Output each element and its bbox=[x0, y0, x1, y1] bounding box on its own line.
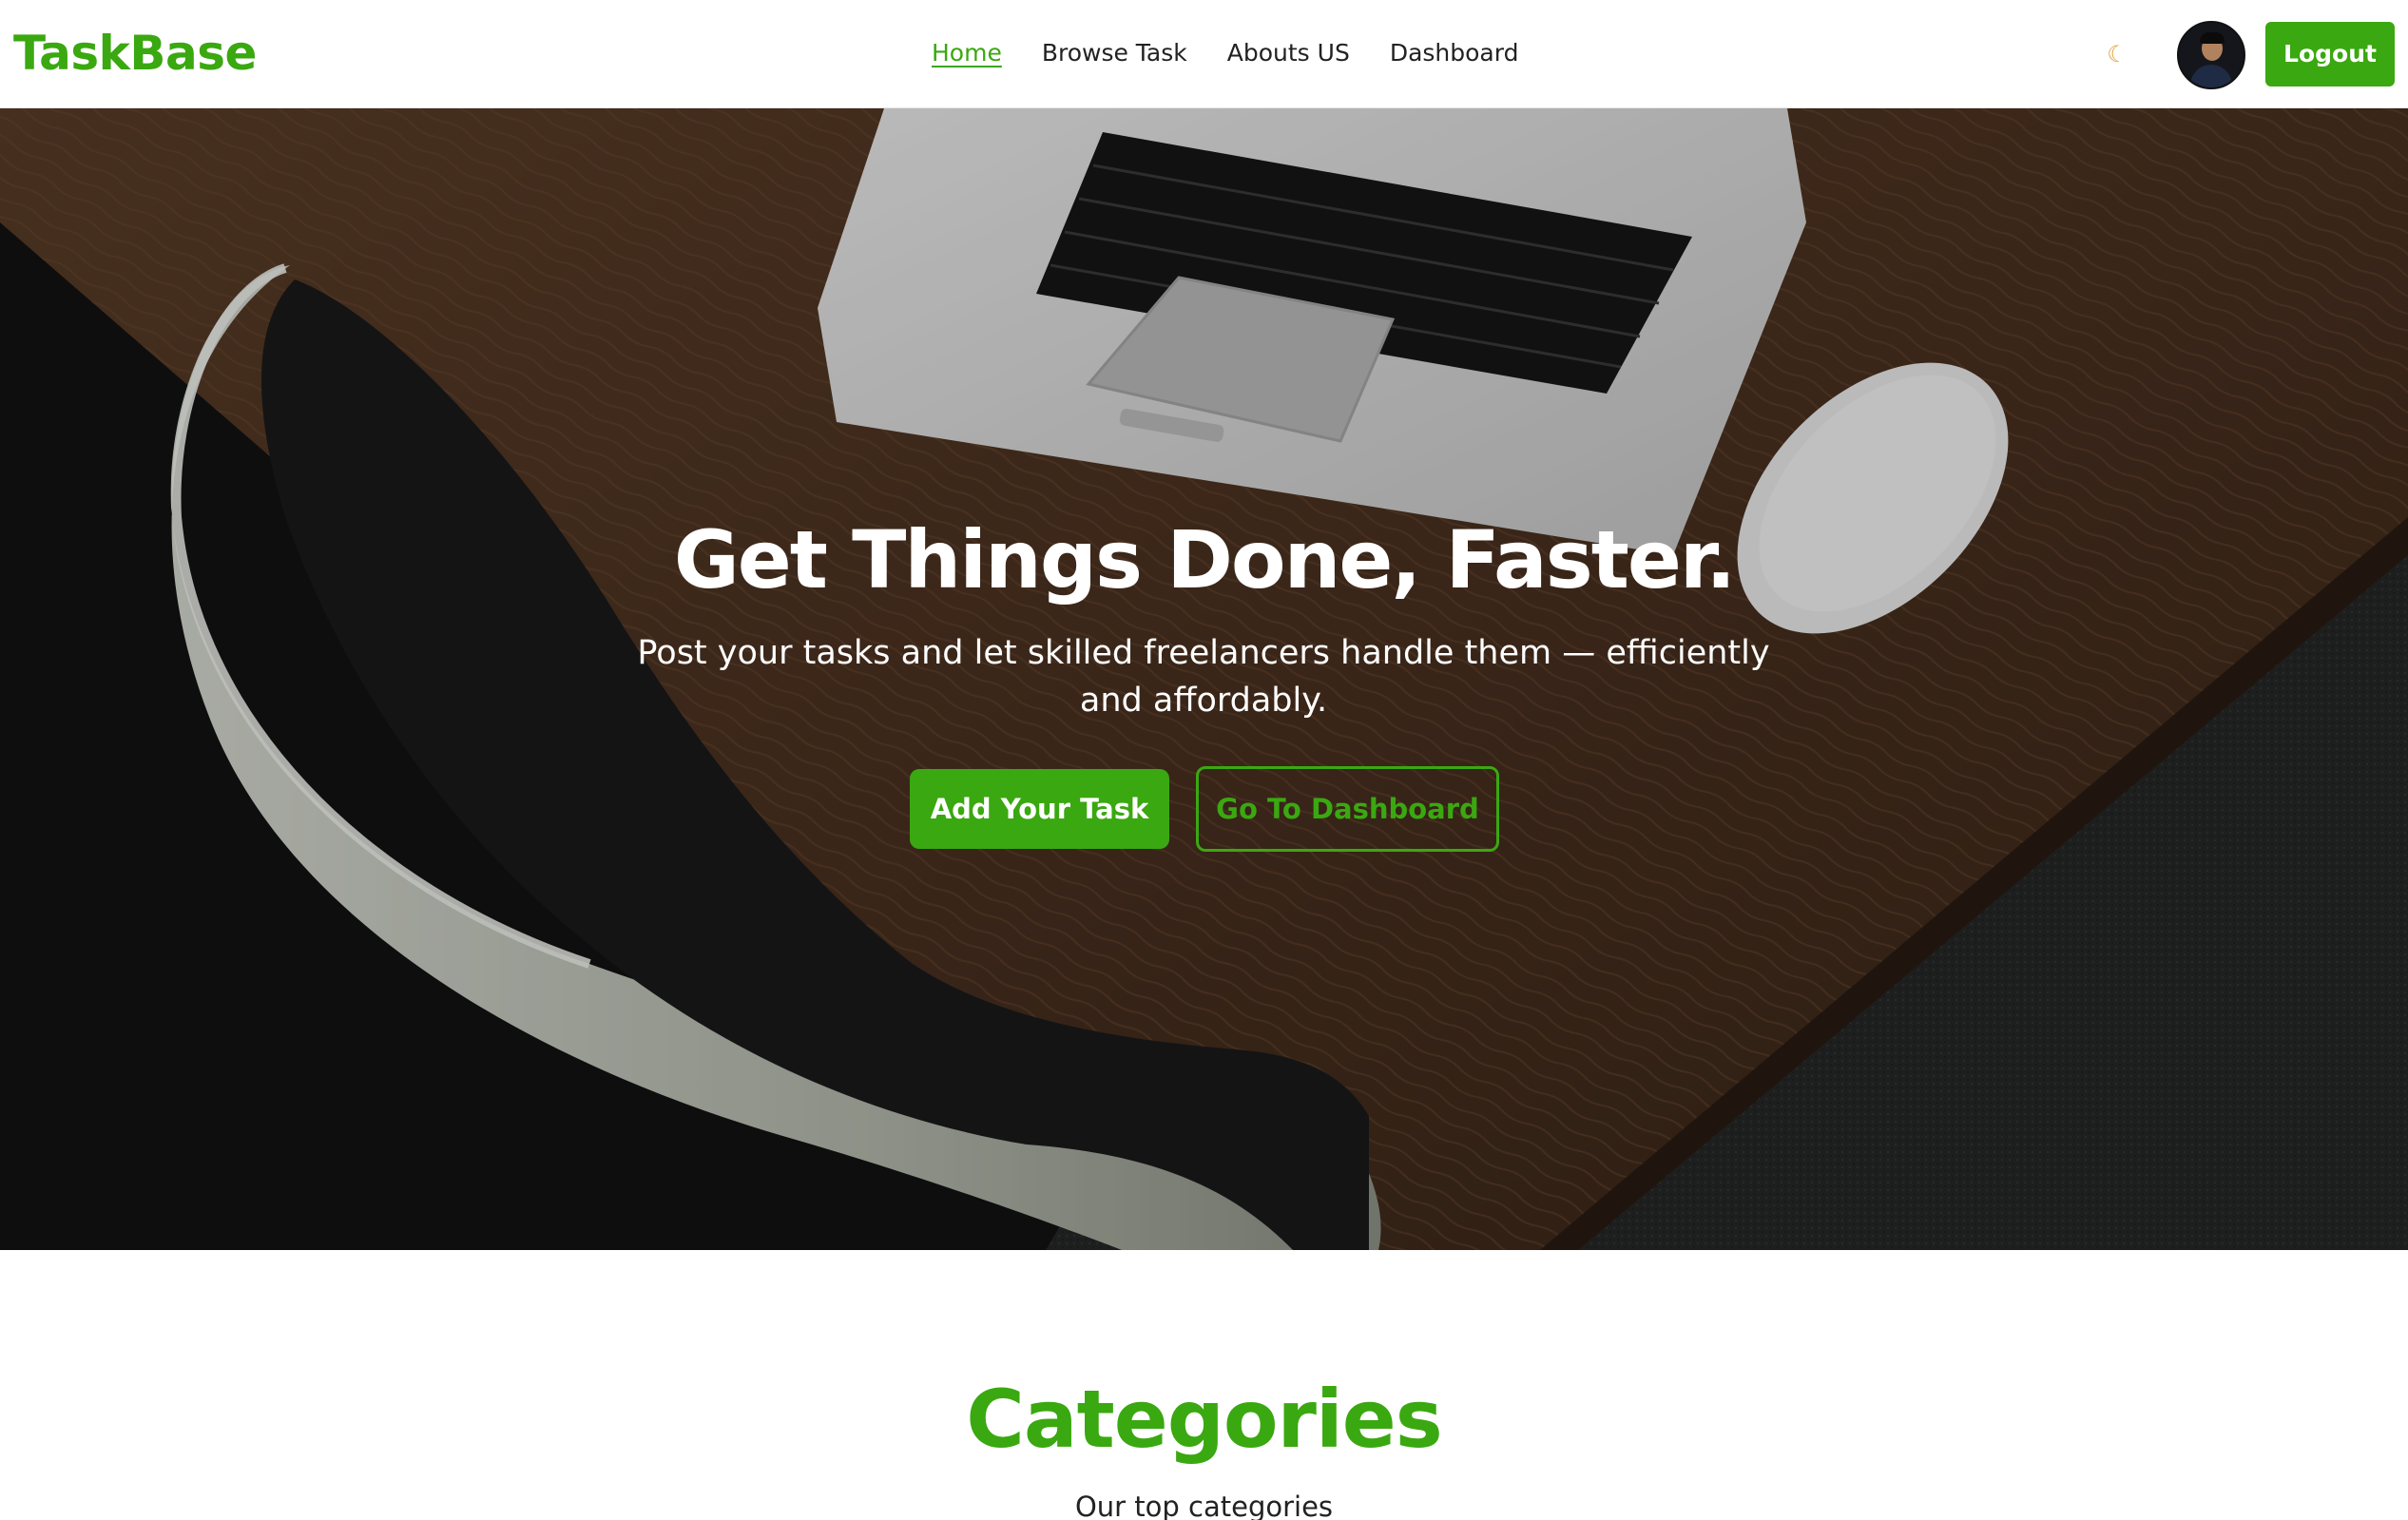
brand-logo[interactable]: TaskBase bbox=[13, 25, 257, 82]
avatar-hair bbox=[2200, 32, 2225, 44]
hero-title: Get Things Done, Faster. bbox=[673, 513, 1736, 606]
nav-browse-task[interactable]: Browse Task bbox=[1042, 36, 1187, 70]
moon-icon[interactable]: ☾ bbox=[2101, 38, 2133, 70]
logout-button[interactable]: Logout bbox=[2265, 22, 2395, 87]
categories-subtitle: Our top categories bbox=[1074, 1491, 1334, 1520]
avatar[interactable] bbox=[2177, 21, 2245, 89]
add-task-button[interactable]: Add Your Task bbox=[910, 769, 1169, 849]
hero-content: Get Things Done, Faster. Post your tasks… bbox=[0, 108, 2408, 1250]
nav-dashboard[interactable]: Dashboard bbox=[1390, 36, 1519, 70]
go-to-dashboard-button[interactable]: Go To Dashboard bbox=[1196, 766, 1499, 852]
hero-subtitle: Post your tasks and let skilled freelanc… bbox=[637, 634, 1770, 720]
nav-about-us[interactable]: Abouts US bbox=[1227, 36, 1350, 70]
categories-section: Categories Our top categories bbox=[0, 1250, 2408, 1520]
main-nav: Home Browse Task Abouts US Dashboard bbox=[932, 36, 1518, 70]
top-navbar: TaskBase Home Browse Task Abouts US Dash… bbox=[0, 0, 2408, 108]
hero-banner: Get Things Done, Faster. Post your tasks… bbox=[0, 108, 2408, 1250]
categories-title: Categories bbox=[966, 1373, 1442, 1466]
avatar-body bbox=[2190, 65, 2232, 87]
nav-home[interactable]: Home bbox=[932, 36, 1002, 70]
